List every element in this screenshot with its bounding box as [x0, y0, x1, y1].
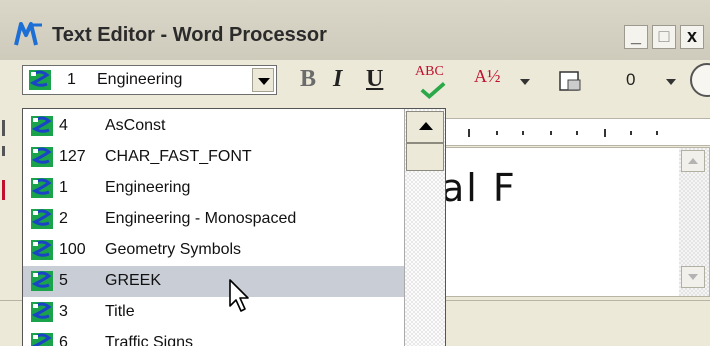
font-list-item[interactable]: 5 GREEK: [23, 266, 404, 297]
font-number: 1: [59, 179, 68, 196]
mouse-pointer-icon: [229, 279, 249, 312]
font-icon: [31, 271, 53, 291]
font-list-item[interactable]: 127 CHAR_FAST_FONT: [23, 142, 404, 173]
font-number: 6: [59, 334, 68, 346]
font-name: Engineering: [105, 179, 191, 196]
font-number: 4: [59, 117, 68, 134]
fraction-dropdown-icon[interactable]: [520, 79, 530, 85]
chevron-down-icon[interactable]: [252, 68, 274, 92]
font-select[interactable]: 1 Engineering: [22, 65, 277, 95]
bold-button[interactable]: B: [300, 66, 316, 96]
font-icon: [31, 178, 53, 198]
microstation-logo-icon: [14, 22, 42, 46]
window-title: Text Editor - Word Processor: [52, 24, 327, 46]
spell-check-button[interactable]: ABC: [413, 64, 455, 102]
font-icon: [31, 240, 53, 260]
font-list-item[interactable]: 6 Traffic Signs: [23, 328, 404, 346]
editor-scroll-down-icon[interactable]: [681, 266, 705, 288]
font-list-scrollbar[interactable]: [404, 109, 445, 346]
underline-button[interactable]: U: [366, 66, 383, 96]
fraction-button[interactable]: A½: [474, 66, 501, 96]
line-spacing-value[interactable]: 0: [626, 70, 635, 100]
font-name: Title: [105, 303, 135, 320]
ruler-ticks: [440, 129, 658, 137]
text-editor-window: Text Editor - Word Processor _ □ x 1 Engi…: [0, 0, 710, 346]
font-number: 2: [59, 210, 68, 227]
side-handle-icon: [2, 120, 5, 200]
font-list-item[interactable]: 100 Geometry Symbols: [23, 235, 404, 266]
font-icon: [31, 302, 53, 322]
editor-text: al F: [441, 166, 517, 210]
font-name: GREEK: [105, 272, 162, 289]
title-bar[interactable]: Text Editor - Word Processor _ □ x: [0, 0, 710, 60]
font-list-item[interactable]: 2 Engineering - Monospaced: [23, 204, 404, 235]
font-icon: [31, 116, 53, 136]
line-spacing-dropdown-icon[interactable]: [666, 79, 676, 85]
checkmark-icon: [420, 82, 446, 100]
minimize-button[interactable]: _: [624, 25, 648, 49]
font-number: 5: [59, 272, 68, 289]
italic-button[interactable]: I: [333, 66, 342, 96]
maximize-button[interactable]: □: [652, 25, 676, 49]
text-editor-area[interactable]: al F: [410, 147, 710, 297]
font-name: Engineering - Monospaced: [105, 210, 297, 227]
font-select-number: 1: [67, 71, 76, 88]
font-list-item[interactable]: 1 Engineering: [23, 173, 404, 204]
font-name: AsConst: [105, 117, 166, 134]
font-list-item[interactable]: 4 AsConst: [23, 111, 404, 142]
font-number: 100: [59, 241, 86, 258]
editor-scroll-up-icon[interactable]: [681, 150, 705, 172]
font-list-item[interactable]: 3 Title: [23, 297, 404, 328]
font-list-scroll-up-icon[interactable]: [406, 111, 444, 143]
font-number: 127: [59, 148, 86, 165]
font-select-name: Engineering: [97, 71, 183, 88]
font-icon: [31, 333, 53, 346]
font-name: CHAR_FAST_FONT: [105, 148, 252, 165]
editor-vertical-scrollbar[interactable]: [679, 148, 709, 296]
text-style-icon[interactable]: [558, 70, 582, 92]
font-name: Traffic Signs: [105, 334, 194, 346]
close-button[interactable]: x: [680, 25, 704, 49]
ruler: [410, 118, 710, 146]
font-icon: [31, 209, 53, 229]
spell-check-label: ABC: [415, 64, 444, 79]
font-list-scroll-thumb[interactable]: [406, 143, 444, 171]
font-icon: [31, 147, 53, 167]
font-name: Geometry Symbols: [105, 241, 242, 258]
font-icon: [29, 70, 51, 90]
font-number: 3: [59, 303, 68, 320]
